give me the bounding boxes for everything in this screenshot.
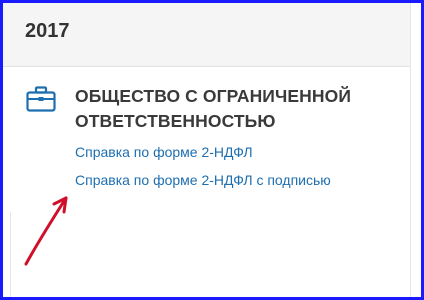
year-title: 2017 [25,20,70,42]
ndfl-certificate-signed-link[interactable]: Справка по форме 2-НДФЛ с подписью [75,172,331,188]
red-arrow-annotation [24,196,68,266]
year-header: 2017 [3,3,410,67]
panel-right-border [410,3,411,297]
briefcase-icon [26,86,56,112]
ndfl-certificate-link[interactable]: Справка по форме 2-НДФЛ [75,144,253,160]
panel-left-border [10,212,11,297]
organization-name: ОБЩЕСТВО С ОГРАНИЧЕННОЙ ОТВЕТСТВЕННОСТЬЮ [75,86,352,131]
